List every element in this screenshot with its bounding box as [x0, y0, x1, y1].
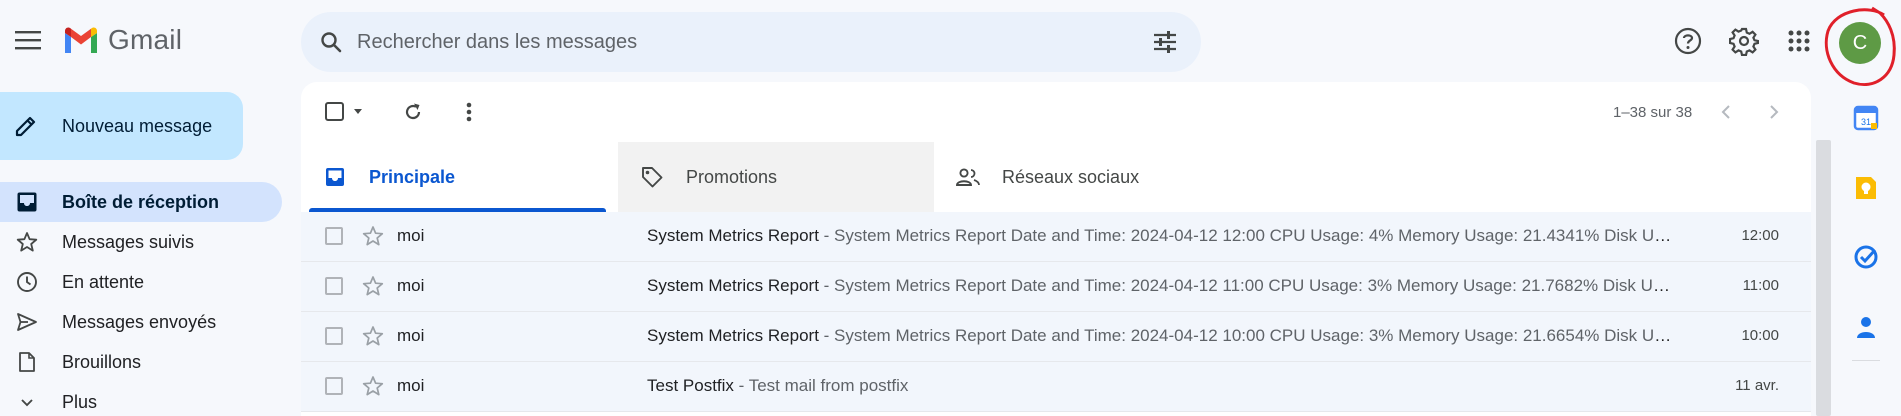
sidebar-item-label: Brouillons	[62, 351, 142, 372]
message-list-panel: 1–38 sur 38 Principale Promotions Réseau…	[301, 82, 1811, 416]
sidebar-item-label: Messages envoyés	[62, 311, 217, 332]
tab-label: Promotions	[686, 166, 778, 187]
email-snippet: - System Metrics Report Date and Time: 2…	[818, 226, 1672, 245]
search-input[interactable]	[357, 28, 1117, 56]
email-content: System Metrics Report - System Metrics R…	[647, 326, 1672, 346]
star-icon[interactable]	[361, 324, 385, 348]
tab-primary[interactable]: Principale	[301, 142, 606, 212]
email-row[interactable]: moi System Metrics Report - System Metri…	[301, 312, 1811, 362]
apps-grid-icon[interactable]	[1780, 22, 1818, 60]
chevron-down-icon	[13, 388, 41, 416]
gmail-logo[interactable]: Gmail	[62, 24, 182, 56]
email-sender: moi	[397, 326, 425, 345]
rail-divider	[1852, 360, 1880, 361]
calendar-icon[interactable]: 31	[1852, 104, 1880, 132]
draft-icon	[13, 348, 41, 376]
email-list: moi System Metrics Report - System Metri…	[301, 212, 1811, 412]
sidebar-item-inbox[interactable]: Boîte de réception	[0, 182, 282, 222]
sidebar-nav: Boîte de réception Messages suivis En at…	[0, 182, 282, 416]
sidebar-item-sent[interactable]: Messages envoyés	[0, 302, 282, 342]
hamburger-icon	[15, 31, 41, 50]
star-icon[interactable]	[361, 224, 385, 248]
email-row[interactable]: moi System Metrics Report - System Metri…	[301, 262, 1811, 312]
scrollbar[interactable]	[1816, 140, 1831, 416]
sidebar-item-label: En attente	[62, 271, 145, 292]
settings-gear-icon[interactable]	[1725, 22, 1763, 60]
email-subject: System Metrics Report	[647, 226, 819, 245]
pagination-info: 1–38 sur 38	[1613, 104, 1693, 121]
email-sender: moi	[397, 276, 425, 295]
row-checkbox[interactable]	[325, 377, 343, 395]
more-options-icon[interactable]	[451, 94, 487, 130]
sidebar-item-more[interactable]: Plus	[0, 382, 282, 416]
sidebar-item-starred[interactable]: Messages suivis	[0, 222, 282, 262]
inbox-icon	[321, 163, 349, 191]
category-tabs: Principale Promotions Réseaux sociaux	[301, 142, 1811, 212]
svg-text:31: 31	[1861, 117, 1871, 127]
search-options-icon[interactable]	[1149, 26, 1181, 58]
sidebar-item-label: Messages suivis	[62, 231, 195, 252]
email-sender: moi	[397, 376, 425, 395]
tab-promotions[interactable]: Promotions	[618, 142, 934, 212]
email-content: System Metrics Report - System Metrics R…	[647, 276, 1672, 296]
gmail-m-icon	[65, 27, 97, 53]
help-icon[interactable]	[1669, 22, 1707, 60]
email-snippet: - System Metrics Report Date and Time: 2…	[818, 276, 1672, 295]
red-circle-annotation	[1824, 6, 1896, 86]
email-time: 11:00	[1742, 277, 1779, 294]
sidebar-item-label: Boîte de réception	[62, 191, 220, 212]
email-subject: System Metrics Report	[647, 326, 819, 345]
main-menu-button[interactable]	[8, 20, 48, 60]
next-page-icon[interactable]	[1761, 94, 1787, 130]
email-row[interactable]: moi System Metrics Report - System Metri…	[301, 212, 1811, 262]
previous-page-icon[interactable]	[1713, 94, 1739, 130]
email-row[interactable]: moi Test Postfix - Test mail from postfi…	[301, 362, 1811, 412]
keep-icon[interactable]	[1852, 174, 1880, 202]
star-icon[interactable]	[361, 274, 385, 298]
sidebar-item-snoozed[interactable]: En attente	[0, 262, 282, 302]
app-name: Gmail	[108, 24, 183, 55]
email-content: Test Postfix - Test mail from postfix	[647, 376, 1672, 396]
email-subject: Test Postfix	[647, 376, 734, 395]
tag-icon	[638, 163, 666, 191]
star-icon	[13, 228, 41, 256]
tab-social[interactable]: Réseaux sociaux	[934, 142, 1234, 212]
sidebar-item-drafts[interactable]: Brouillons	[0, 342, 282, 382]
email-time: 10:00	[1741, 327, 1779, 344]
inbox-icon	[13, 188, 41, 216]
email-sender: moi	[397, 226, 425, 245]
star-icon[interactable]	[361, 374, 385, 398]
email-content: System Metrics Report - System Metrics R…	[647, 226, 1672, 246]
compose-button[interactable]: Nouveau message	[0, 92, 243, 160]
search-icon[interactable]	[315, 26, 347, 58]
select-all-checkbox[interactable]	[321, 94, 371, 130]
pencil-icon	[12, 112, 40, 140]
tasks-icon[interactable]	[1852, 243, 1880, 271]
email-snippet: - System Metrics Report Date and Time: 2…	[818, 326, 1672, 345]
people-icon	[954, 163, 982, 191]
tab-label: Réseaux sociaux	[1002, 166, 1140, 187]
search-bar[interactable]	[301, 12, 1201, 72]
email-time: 12:00	[1741, 227, 1779, 244]
tab-label: Principale	[369, 166, 456, 187]
row-checkbox[interactable]	[325, 277, 343, 295]
email-time: 11 avr.	[1735, 377, 1779, 394]
email-snippet: - Test mail from postfix	[733, 376, 909, 395]
clock-icon	[13, 268, 41, 296]
contacts-icon[interactable]	[1852, 313, 1880, 341]
send-icon	[13, 308, 41, 336]
sidebar-item-label: Plus	[62, 391, 98, 412]
compose-label: Nouveau message	[62, 115, 213, 136]
row-checkbox[interactable]	[325, 227, 343, 245]
refresh-icon[interactable]	[395, 94, 431, 130]
email-subject: System Metrics Report	[647, 276, 819, 295]
row-checkbox[interactable]	[325, 327, 343, 345]
